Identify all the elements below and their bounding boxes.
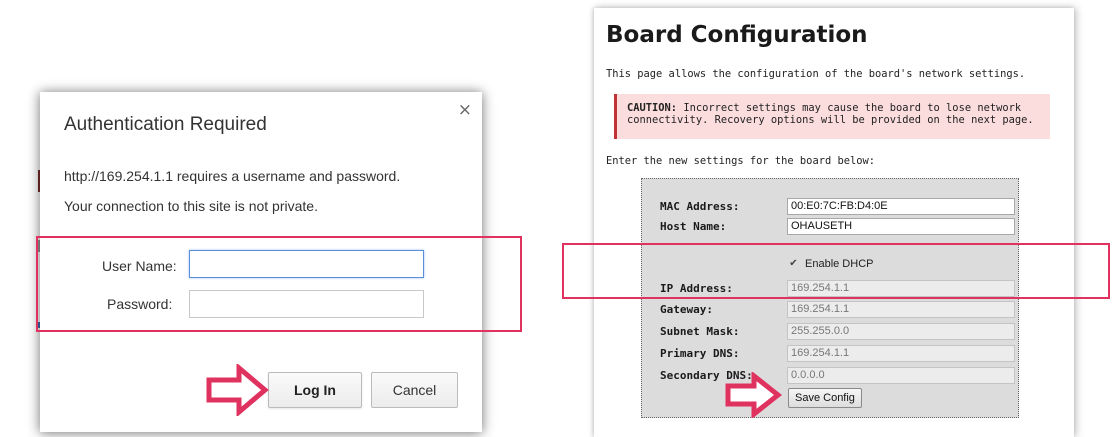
credentials-highlight-box xyxy=(36,236,522,332)
caution-box: CAUTION: Incorrect settings may cause th… xyxy=(614,94,1050,139)
primary-dns-field[interactable]: 169.254.1.1 xyxy=(787,345,1015,362)
login-button[interactable]: Log In xyxy=(268,372,362,408)
mac-address-label: MAC Address: xyxy=(660,200,740,213)
ip-address-highlight-box xyxy=(562,243,1110,299)
subnet-mask-field[interactable]: 255.255.0.0 xyxy=(787,323,1015,340)
secondary-dns-field[interactable]: 0.0.0.0 xyxy=(787,367,1015,384)
right-arrow-icon xyxy=(206,364,269,416)
caution-text: Incorrect settings may cause the board t… xyxy=(627,102,1034,126)
settings-prompt: Enter the new settings for the board bel… xyxy=(606,155,875,167)
cancel-button[interactable]: Cancel xyxy=(371,372,458,408)
intro-text: This page allows the configuration of th… xyxy=(606,68,1026,80)
gateway-field[interactable]: 169.254.1.1 xyxy=(787,301,1015,318)
privacy-message: Your connection to this site is not priv… xyxy=(64,198,318,214)
gateway-label: Gateway: xyxy=(660,303,713,316)
save-config-button[interactable]: Save Config xyxy=(788,388,862,408)
board-config-page: Board Configuration This page allows the… xyxy=(594,8,1074,437)
caution-label: CAUTION: xyxy=(627,102,678,114)
host-name-label: Host Name: xyxy=(660,220,727,233)
primary-dns-label: Primary DNS: xyxy=(660,347,740,360)
right-arrow-icon xyxy=(725,372,782,418)
page-title: Board Configuration xyxy=(606,22,868,48)
mac-address-field[interactable]: 00:E0:7C:FB:D4:0E xyxy=(787,198,1015,215)
auth-message: http://169.254.1.1 requires a username a… xyxy=(64,168,401,184)
subnet-mask-label: Subnet Mask: xyxy=(660,325,740,338)
close-icon[interactable]: × xyxy=(458,102,472,119)
host-name-field[interactable]: OHAUSETH xyxy=(787,218,1015,235)
dialog-title: Authentication Required xyxy=(64,114,267,135)
